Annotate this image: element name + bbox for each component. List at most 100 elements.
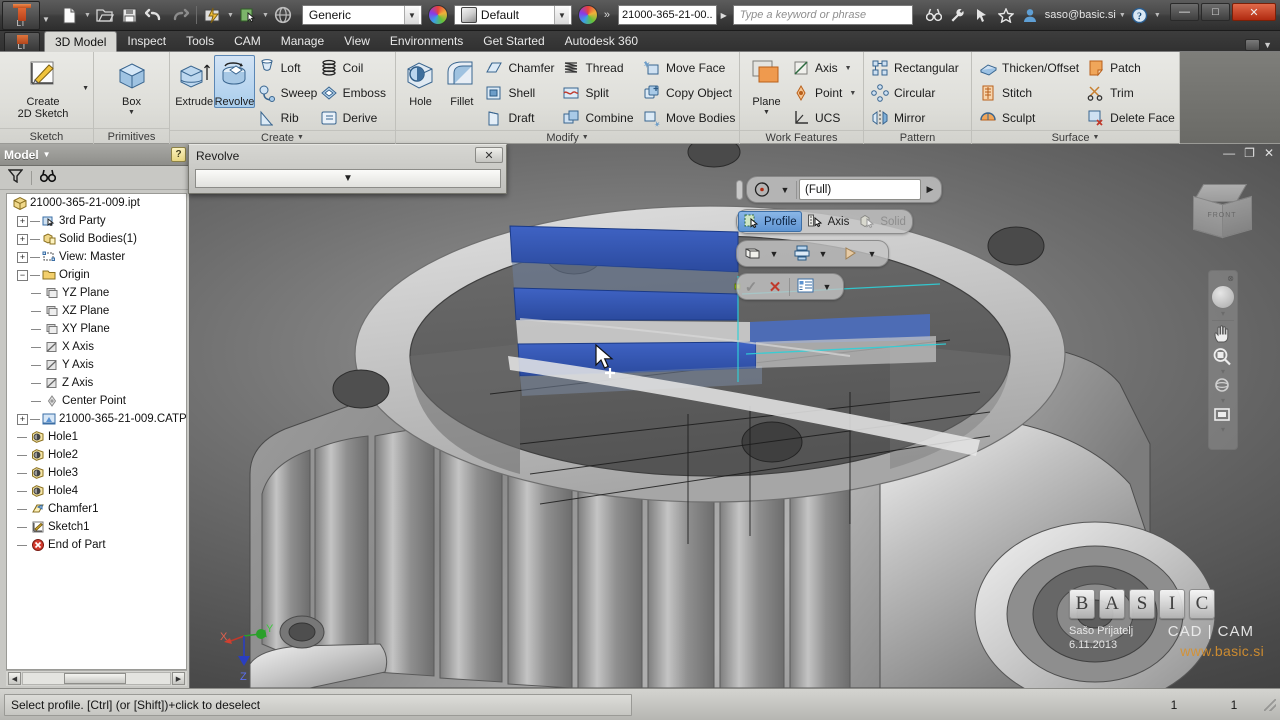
- orbit-icon[interactable]: [1212, 376, 1234, 396]
- tree-item-hole1[interactable]: Hole1: [7, 428, 186, 446]
- mini-toolbar-grip[interactable]: [736, 179, 743, 200]
- sweep-button[interactable]: Sweep: [255, 81, 317, 105]
- orbit-caret-icon[interactable]: ▾: [1221, 397, 1225, 405]
- zoom-icon[interactable]: [1212, 347, 1234, 367]
- tree-item-solid-bodies-1[interactable]: + Solid Bodies(1): [7, 230, 186, 248]
- scroll-track[interactable]: [22, 672, 171, 685]
- emboss-button[interactable]: Emboss: [317, 81, 391, 105]
- browser-help-icon[interactable]: ?: [171, 147, 186, 162]
- fillet-button[interactable]: Fillet: [441, 55, 482, 108]
- tree-item-chamfer1[interactable]: Chamfer1: [7, 500, 186, 518]
- solid-select-button[interactable]: Solid: [854, 211, 911, 232]
- search-input[interactable]: Type a keyword or phrase: [732, 5, 913, 25]
- revolve-extent-input[interactable]: (Full): [799, 179, 921, 200]
- move-bodies-button[interactable]: Move Bodies: [640, 106, 735, 130]
- steering-wheel-caret-icon[interactable]: ▾: [1221, 310, 1225, 318]
- rib-button[interactable]: Rib: [255, 106, 317, 130]
- loft-button[interactable]: Loft: [255, 56, 317, 80]
- tree-expander[interactable]: −: [17, 269, 28, 281]
- scroll-thumb[interactable]: [64, 673, 126, 684]
- rectangular-pattern-button[interactable]: Rectangular: [868, 56, 967, 80]
- create-2d-sketch-button[interactable]: Create 2D Sketch: [4, 55, 82, 120]
- tree-item-y-axis[interactable]: Y Axis: [7, 356, 186, 374]
- tree-item-hole3[interactable]: Hole3: [7, 464, 186, 482]
- hole-button[interactable]: Hole: [400, 55, 441, 108]
- update-icon[interactable]: [201, 3, 225, 27]
- stitch-button[interactable]: Stitch: [976, 81, 1084, 105]
- extrude-button[interactable]: Extrude: [174, 55, 214, 108]
- help-wrench-icon[interactable]: [947, 4, 969, 26]
- mirror-button[interactable]: Mirror: [868, 106, 967, 130]
- axis-select-button[interactable]: Axis: [802, 211, 855, 232]
- tab-cam[interactable]: CAM: [224, 31, 271, 51]
- plane-caret-icon[interactable]: ▼: [763, 109, 770, 116]
- tab-3d-model[interactable]: 3D Model: [44, 31, 118, 52]
- select-icon[interactable]: [236, 3, 260, 27]
- derive-button[interactable]: Derive: [317, 106, 391, 130]
- tab-view[interactable]: View: [334, 31, 380, 51]
- redo-icon[interactable]: [168, 3, 192, 27]
- panel-title-surface[interactable]: Surface ▼: [972, 130, 1179, 144]
- browser-header[interactable]: Model ▼ ?: [0, 144, 189, 166]
- help-question-icon[interactable]: ?: [1129, 4, 1151, 26]
- sculpt-button[interactable]: Sculpt: [976, 106, 1084, 130]
- thicken-offset-button[interactable]: Thicken/Offset: [976, 56, 1084, 80]
- scroll-left-button[interactable]: ◀: [8, 672, 21, 685]
- look-at-icon[interactable]: [1212, 405, 1234, 425]
- axis-caret-icon[interactable]: ▼: [845, 65, 852, 72]
- tree-item-hole2[interactable]: Hole2: [7, 446, 186, 464]
- panel-create-caret-icon[interactable]: ▼: [297, 134, 304, 141]
- open-file-icon[interactable]: [93, 3, 117, 27]
- boolean-join-button[interactable]: ▼: [788, 243, 837, 264]
- viewport-restore-button[interactable]: ❐: [1244, 147, 1255, 159]
- options-list-caret-icon[interactable]: ▼: [818, 276, 836, 297]
- extent-type-caret-icon[interactable]: ▼: [776, 179, 794, 200]
- point-button[interactable]: Point ▼: [789, 81, 859, 105]
- appearance-caret-icon[interactable]: ▼: [553, 6, 569, 24]
- tree-item-21000-365-21-009-catpart[interactable]: +21000-365-21-009.CATPart: [7, 410, 186, 428]
- shape-output-button[interactable]: ▼: [739, 243, 788, 264]
- application-menu-button[interactable]: LT: [2, 0, 40, 30]
- draft-button[interactable]: Draft: [482, 106, 559, 130]
- tab-autodesk-360[interactable]: Autodesk 360: [555, 31, 648, 51]
- plane-button[interactable]: Plane ▼: [744, 55, 789, 116]
- new-file-icon[interactable]: [58, 3, 82, 27]
- extent-expand-icon[interactable]: ▶: [921, 179, 939, 200]
- shape-output-caret-icon[interactable]: ▼: [765, 243, 783, 264]
- new-file-caret-icon[interactable]: ▼: [83, 12, 92, 19]
- search-binoculars-icon[interactable]: [923, 4, 945, 26]
- tree-item-hole4[interactable]: Hole4: [7, 482, 186, 500]
- delete-face-button[interactable]: Delete Face: [1084, 106, 1176, 130]
- combine-button[interactable]: Combine: [559, 106, 640, 130]
- profile-select-button[interactable]: Profile: [738, 211, 802, 232]
- tree-item-x-axis[interactable]: X Axis: [7, 338, 186, 356]
- coil-button[interactable]: Coil: [317, 56, 391, 80]
- options-list-button[interactable]: ▼: [792, 276, 841, 297]
- browser-tree[interactable]: 21000-365-21-009.ipt +3rd Party + Solid Bod…: [6, 193, 187, 670]
- minimize-button[interactable]: —: [1170, 3, 1199, 21]
- scroll-right-button[interactable]: ▶: [172, 672, 185, 685]
- taper-caret-icon[interactable]: ▼: [863, 243, 881, 264]
- material-caret-icon[interactable]: ▼: [403, 6, 419, 24]
- 3d-viewport[interactable]: — ❐ ✕ FRONT ⊗ ▾ ▾ ▾ ▾ ▼ (Full) ▶ Profile…: [190, 144, 1280, 688]
- appearance-globe-icon[interactable]: [271, 3, 295, 27]
- cancel-x-button[interactable]: ✕: [763, 276, 787, 297]
- tab-environments[interactable]: Environments: [380, 31, 473, 51]
- tab-manage[interactable]: Manage: [271, 31, 334, 51]
- split-button[interactable]: Split: [559, 81, 640, 105]
- inventor-tab-logo[interactable]: LT: [4, 32, 40, 51]
- ribbon-options-caret-icon[interactable]: ▼: [1263, 40, 1272, 50]
- user-menu-caret-icon[interactable]: ▼: [1118, 12, 1127, 19]
- revolve-dialog[interactable]: Revolve ✕ ▼: [188, 144, 507, 194]
- viewport-minimize-button[interactable]: —: [1223, 147, 1235, 159]
- tab-get-started[interactable]: Get Started: [473, 31, 554, 51]
- tree-expander[interactable]: +: [17, 215, 28, 227]
- circular-pattern-button[interactable]: Circular: [868, 81, 967, 105]
- navbar-close-icon[interactable]: ⊗: [1227, 274, 1234, 283]
- help-caret-icon[interactable]: ▼: [1153, 12, 1162, 19]
- panel-title-create[interactable]: Create ▼: [170, 130, 395, 144]
- appearance-combo[interactable]: Default ▼: [453, 5, 572, 25]
- move-face-button[interactable]: Move Face: [640, 56, 735, 80]
- material-browser-icon[interactable]: [426, 3, 450, 27]
- view-cube[interactable]: FRONT: [1190, 184, 1252, 246]
